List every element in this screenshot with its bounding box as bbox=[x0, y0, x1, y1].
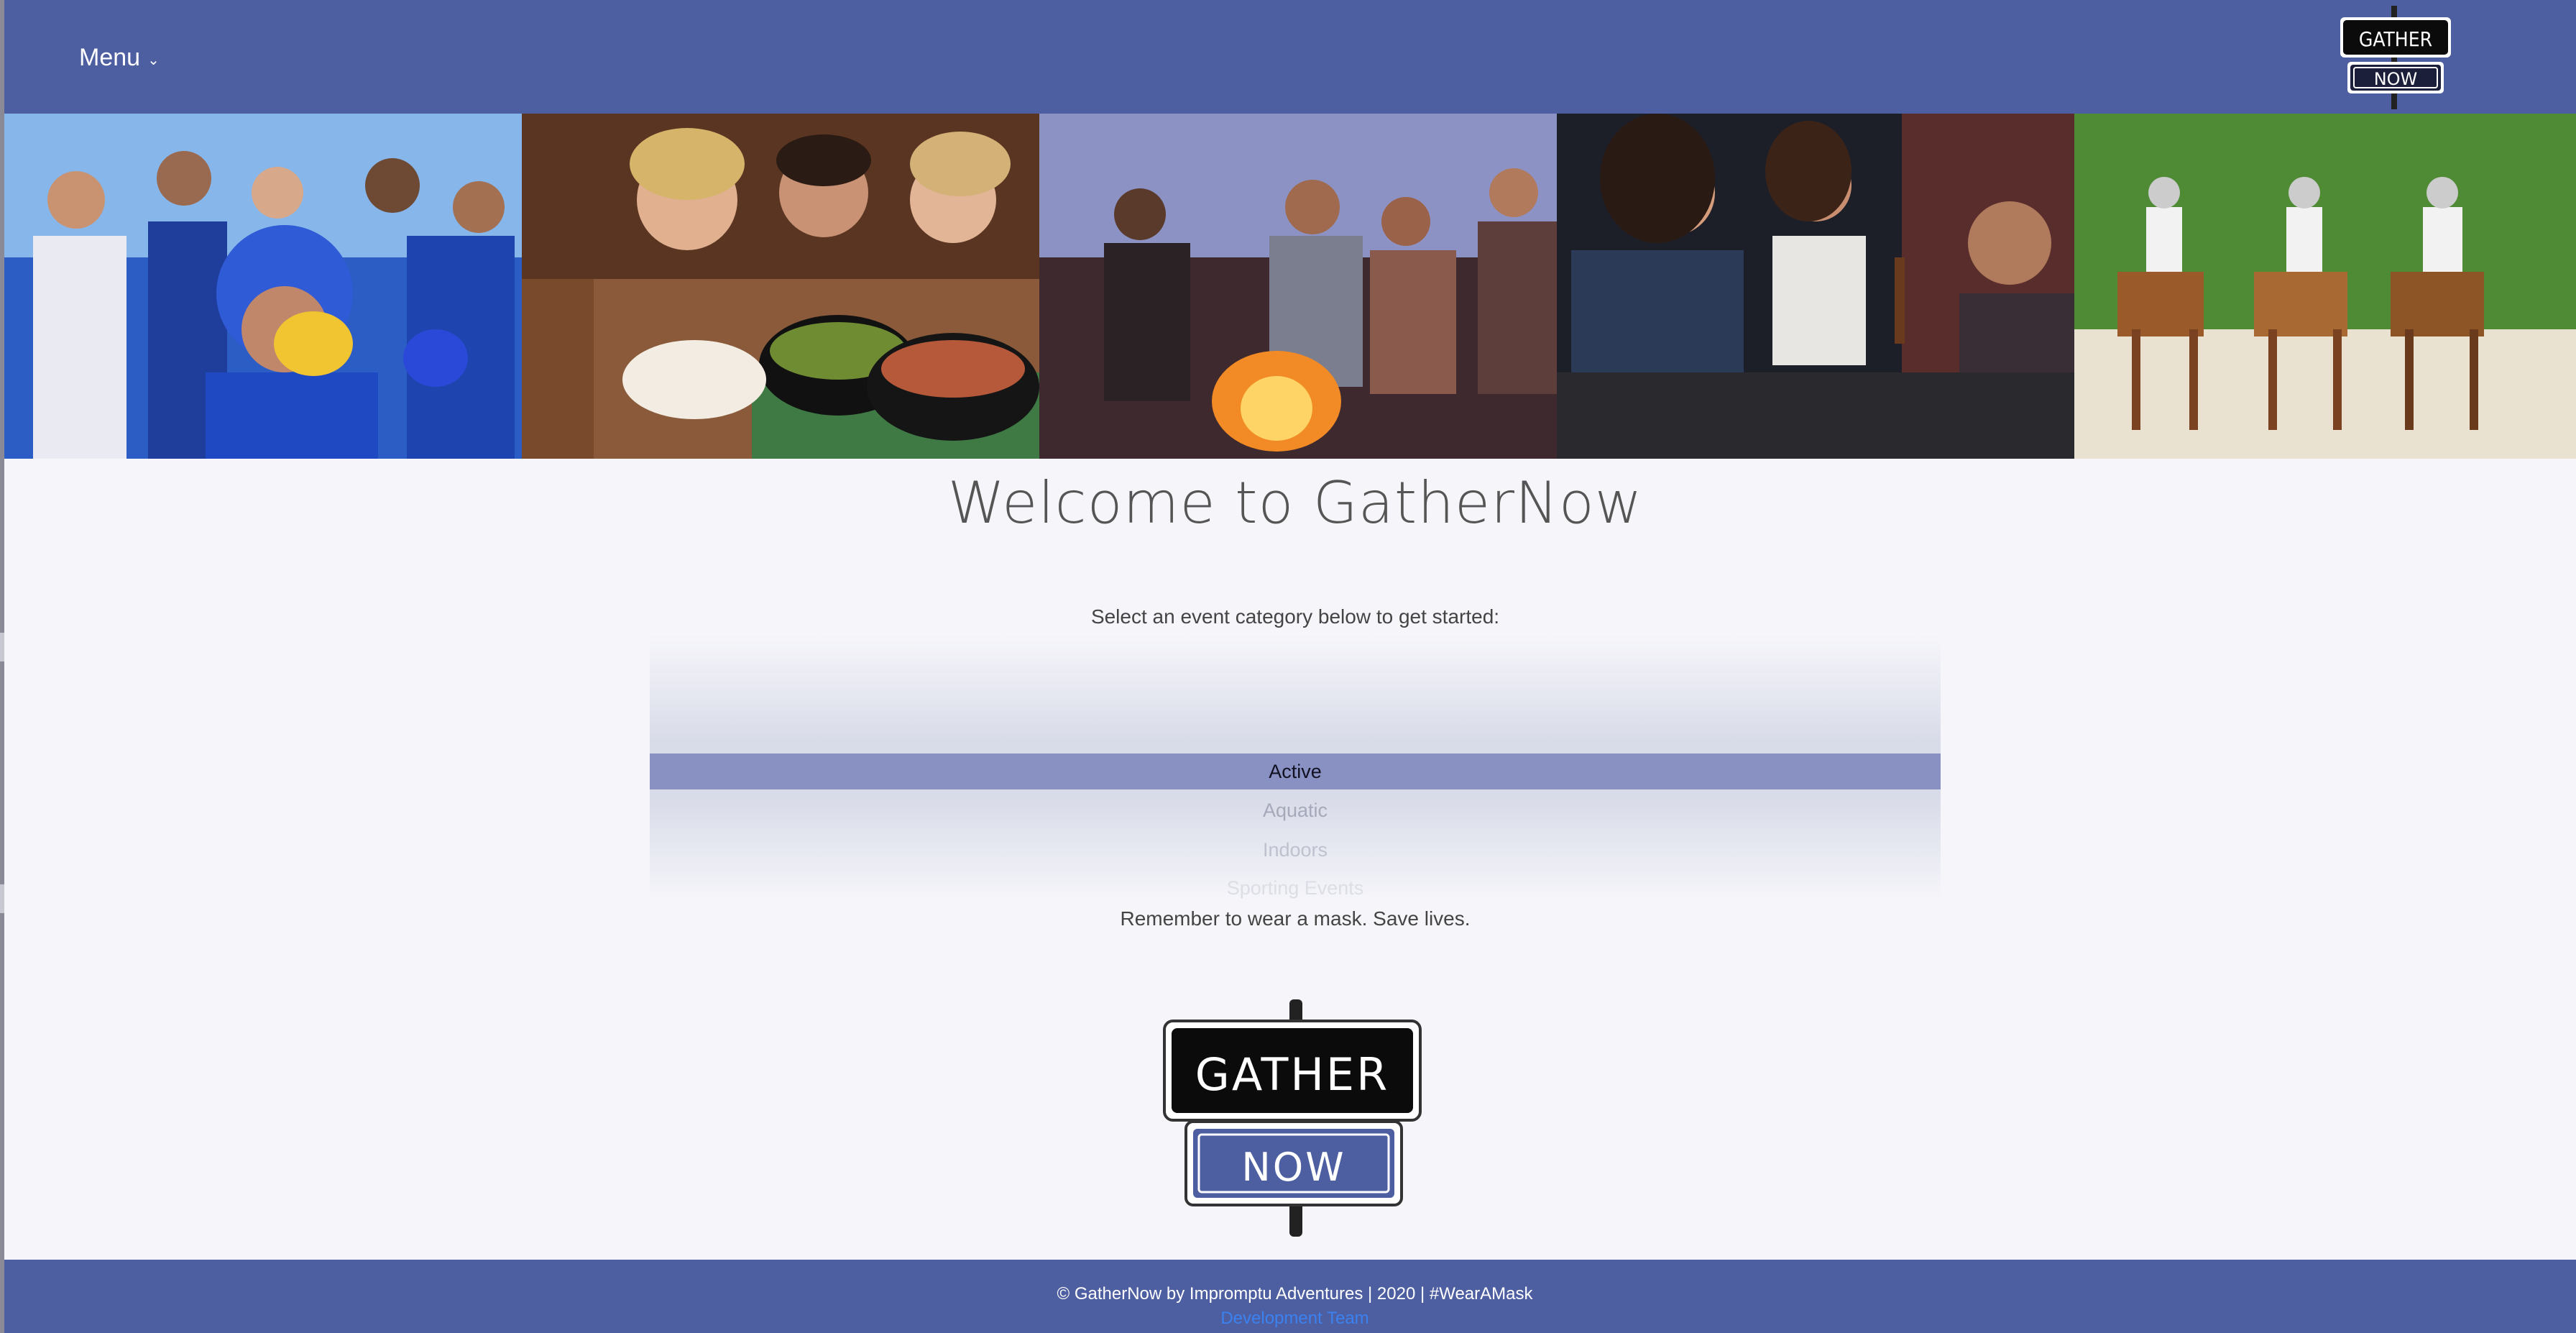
development-team-link[interactable]: Development Team bbox=[4, 1309, 2576, 1329]
chevron-down-icon: ⌄ bbox=[147, 52, 160, 68]
menu-button[interactable]: Menu ⌄ bbox=[79, 40, 160, 75]
page-title: Welcome to GatherNow bbox=[947, 469, 1643, 536]
category-picker[interactable]: Active Aquatic Indoors Sporting Events bbox=[650, 633, 1941, 906]
category-option-active[interactable]: Active bbox=[650, 753, 1941, 789]
photo-friends-dining bbox=[522, 114, 1039, 459]
footer-copyright: © GatherNow by Impromptu Adventures | 20… bbox=[1057, 1284, 1533, 1304]
photo-sports-fans bbox=[4, 114, 522, 459]
logo-bottom-text: NOW bbox=[2374, 69, 2418, 89]
category-option-aquatic[interactable]: Aquatic bbox=[650, 792, 1941, 828]
gathernow-logo[interactable]: GATHER NOW bbox=[2334, 4, 2457, 111]
logo-large-bottom-text: NOW bbox=[1241, 1145, 1346, 1190]
edge-mark bbox=[0, 633, 4, 661]
top-nav-bar: Menu ⌄ GATHER NOW bbox=[4, 0, 2576, 114]
logo-top-text: GATHER bbox=[2359, 27, 2432, 51]
photo-friends-toasting bbox=[1557, 114, 2074, 459]
mask-reminder: Remember to wear a mask. Save lives. bbox=[1120, 907, 1471, 930]
logo-large-top-text: GATHER bbox=[1195, 1048, 1389, 1101]
photo-beach-campfire bbox=[1039, 114, 1557, 459]
category-option-indoors[interactable]: Indoors bbox=[650, 832, 1941, 868]
hero-photo-banner bbox=[4, 114, 2576, 459]
category-option-sporting-events[interactable]: Sporting Events bbox=[650, 870, 1941, 906]
photo-horseback-riding bbox=[2074, 114, 2576, 459]
category-instructions: Select an event category below to get st… bbox=[1090, 605, 1500, 628]
gathernow-logo-large: GATHER NOW bbox=[1163, 999, 1422, 1237]
menu-label: Menu bbox=[79, 43, 141, 71]
footer: © GatherNow by Impromptu Adventures | 20… bbox=[4, 1260, 2576, 1333]
